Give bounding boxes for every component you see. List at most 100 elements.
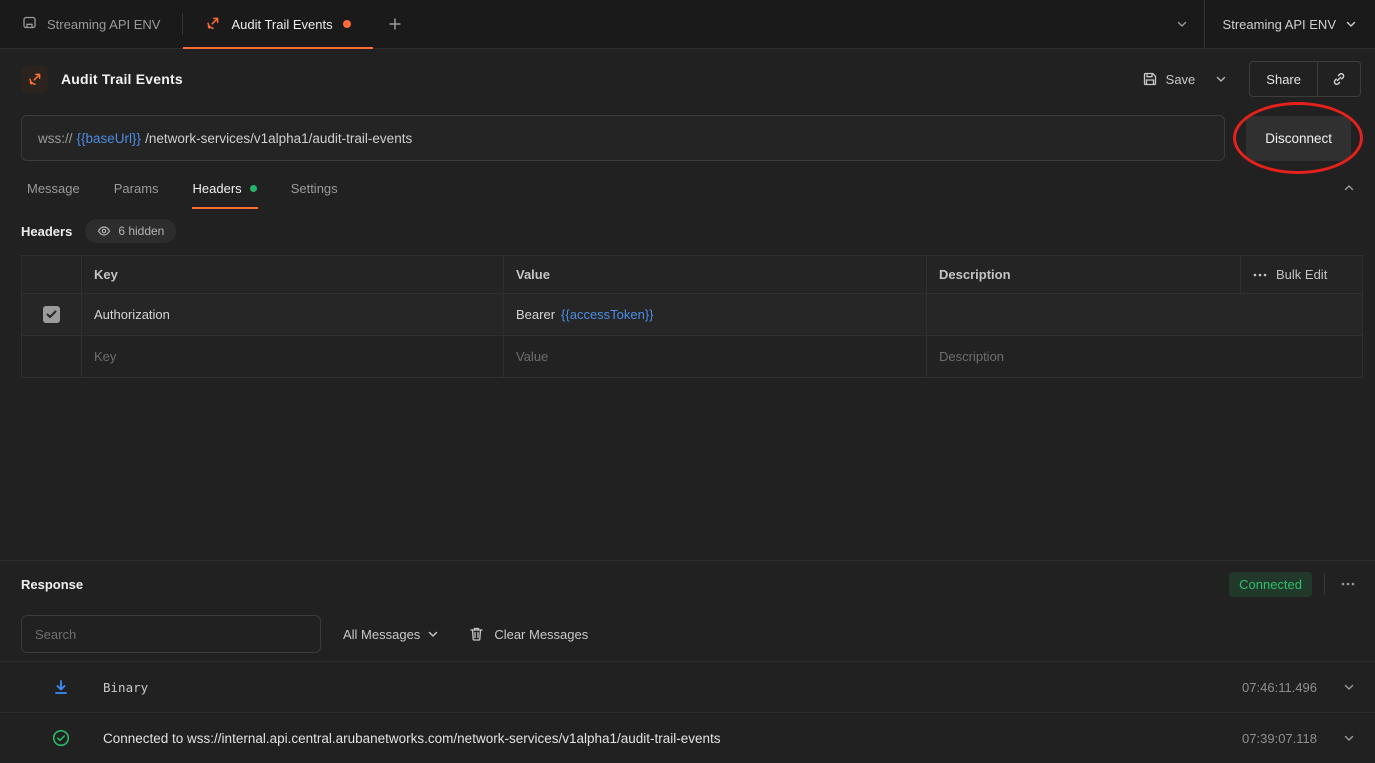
bulk-edit-button[interactable]: Bulk Edit: [1241, 256, 1362, 293]
environment-selector-label: Streaming API ENV: [1222, 16, 1336, 32]
more-dots-icon: [1341, 582, 1355, 586]
expand-message-chevron[interactable]: [1343, 732, 1355, 744]
disconnect-area: Disconnect: [1233, 101, 1363, 174]
disconnect-button[interactable]: Disconnect: [1246, 115, 1351, 161]
save-label: Save: [1165, 71, 1196, 87]
message-text: Connected to wss://internal.api.central.…: [103, 730, 721, 746]
row-checkbox[interactable]: [43, 306, 60, 323]
tab-settings[interactable]: Settings: [291, 167, 338, 209]
save-button[interactable]: Save: [1134, 65, 1204, 93]
headers-active-dot: [249, 184, 257, 192]
websocket-icon: [21, 65, 48, 93]
websocket-icon: [205, 15, 221, 34]
tab-streaming-api-env[interactable]: Streaming API ENV: [0, 0, 182, 48]
row-checkbox-cell: [22, 294, 82, 335]
column-header-value: Value: [504, 256, 927, 293]
chevron-down-icon: [1344, 735, 1354, 741]
tab-params[interactable]: Params: [114, 167, 159, 209]
status-divider: [1324, 573, 1325, 595]
clear-messages-button[interactable]: Clear Messages: [469, 626, 588, 642]
row-checkbox-cell: [22, 336, 82, 377]
save-options-chevron[interactable]: [1209, 67, 1233, 91]
environment-icon: [22, 15, 37, 33]
check-icon: [46, 310, 57, 318]
response-header: Response Connected: [0, 561, 1375, 607]
tab-label: Params: [113, 180, 159, 196]
chevron-down-icon: [1177, 21, 1186, 27]
save-icon: [1143, 72, 1156, 86]
url-row: wss:// {{baseUrl}} /network-services/v1a…: [0, 101, 1375, 174]
tab-headers[interactable]: Headers: [191, 167, 258, 209]
url-path: /network-services/v1alpha1/audit-trail-e…: [145, 130, 413, 146]
collapse-section-chevron[interactable]: [1339, 178, 1359, 198]
headers-table: Key Value Description Bulk Edit Authoriz…: [21, 255, 1363, 378]
trash-icon: [470, 627, 483, 641]
clear-messages-label: Clear Messages: [494, 626, 589, 642]
share-button-group: Share: [1249, 61, 1361, 97]
request-actions: Save Share: [1134, 61, 1361, 97]
response-toolbar: All Messages Clear Messages: [0, 607, 1375, 661]
tab-audit-trail-events[interactable]: Audit Trail Events: [183, 0, 373, 49]
check-circle-icon: [52, 729, 70, 747]
share-button[interactable]: Share: [1250, 62, 1317, 96]
tab-message[interactable]: Message: [27, 167, 80, 209]
column-header-key: Key: [82, 256, 504, 293]
chevron-down-icon: [1217, 76, 1226, 82]
environment-selector[interactable]: Streaming API ENV: [1205, 0, 1375, 48]
key-cell[interactable]: Authorization: [82, 294, 504, 335]
tabstrip-spacer: [417, 0, 1160, 48]
value-placeholder-cell[interactable]: Value: [504, 336, 927, 377]
connection-status-badge: Connected: [1229, 571, 1312, 597]
message-received-icon: [52, 678, 70, 696]
bulk-edit-label: Bulk Edit: [1276, 267, 1328, 282]
value-cell[interactable]: Bearer {{accessToken}}: [504, 294, 927, 335]
url-input[interactable]: wss:// {{baseUrl}} /network-services/v1a…: [21, 115, 1226, 161]
message-timestamp: 07:46:11.496: [1242, 679, 1317, 695]
message-list: Binary 07:46:11.496 Connected to wss://i…: [0, 661, 1375, 763]
message-filter-dropdown[interactable]: All Messages: [343, 627, 439, 642]
response-title: Response: [21, 576, 84, 592]
response-options-button[interactable]: [1337, 578, 1359, 590]
response-header-actions: Connected: [1229, 571, 1359, 597]
arrow-down-icon: [55, 680, 67, 694]
tab-label: Streaming API ENV: [47, 16, 161, 32]
tab-label: Audit Trail Events: [231, 16, 333, 32]
hidden-count-label: 6 hidden: [118, 224, 165, 238]
tab-label: Settings: [290, 180, 338, 196]
description-placeholder-cell[interactable]: Description: [927, 336, 1362, 377]
new-tab-button[interactable]: [373, 0, 417, 48]
key-placeholder-cell[interactable]: Key: [82, 336, 504, 377]
share-label: Share: [1266, 71, 1301, 87]
chevron-down-icon: [1344, 684, 1354, 690]
tab-label: Message: [27, 180, 80, 196]
table-placeholder-row: Key Value Description: [22, 336, 1362, 377]
chevron-up-icon: [1344, 185, 1354, 191]
table-row: Authorization Bearer {{accessToken}}: [22, 294, 1362, 336]
more-dots-icon: [1253, 273, 1267, 276]
eye-icon: [98, 226, 111, 236]
response-panel: Response Connected All Messages: [0, 560, 1375, 763]
request-tabs: Message Params Headers Settings: [0, 167, 1375, 209]
link-icon: [1333, 73, 1345, 85]
expand-message-chevron[interactable]: [1343, 681, 1355, 693]
copy-link-button[interactable]: [1317, 62, 1360, 96]
chevron-down-icon: [429, 631, 438, 637]
headers-title: Headers: [21, 223, 73, 239]
description-cell[interactable]: [927, 294, 1362, 335]
message-row[interactable]: Connected to wss://internal.api.central.…: [0, 712, 1375, 763]
message-row[interactable]: Binary 07:46:11.496: [0, 661, 1375, 712]
hidden-headers-toggle[interactable]: 6 hidden: [85, 219, 177, 243]
search-input[interactable]: [21, 615, 321, 653]
request-header: Audit Trail Events Save Share: [0, 49, 1375, 109]
tab-bar: Streaming API ENV Audit Trail Events Str…: [0, 0, 1375, 49]
value-prefix: Bearer: [516, 307, 556, 322]
tab-label: Headers: [192, 180, 242, 196]
chevron-down-icon: [1346, 21, 1356, 27]
tab-overflow-chevron[interactable]: [1160, 0, 1204, 48]
table-header-row: Key Value Description Bulk Edit: [22, 256, 1362, 294]
connected-check-icon: [52, 729, 70, 747]
headers-section-header: Headers 6 hidden: [0, 213, 1375, 249]
value-variable: {{accessToken}}: [561, 307, 654, 322]
empty-area: [0, 378, 1375, 560]
message-timestamp: 07:39:07.118: [1242, 730, 1317, 746]
